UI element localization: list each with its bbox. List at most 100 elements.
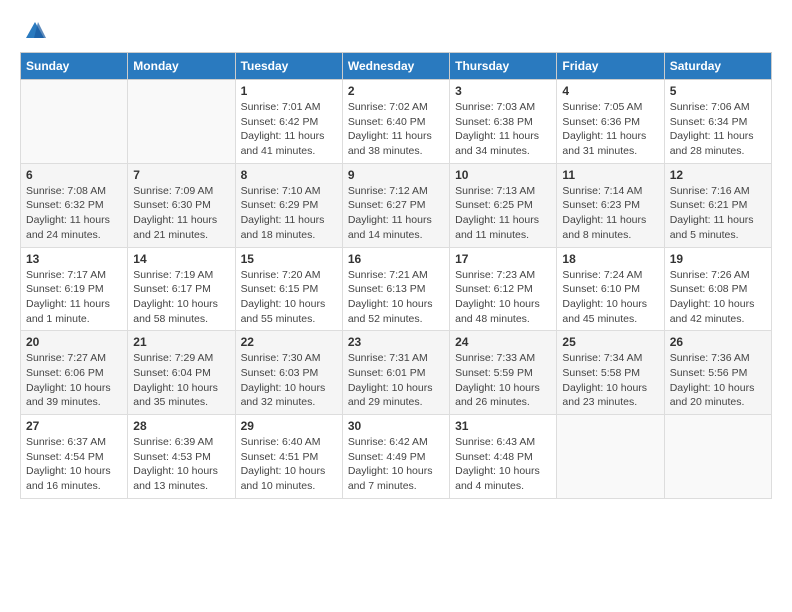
day-info: Sunrise: 7:33 AM Sunset: 5:59 PM Dayligh… bbox=[455, 351, 551, 410]
day-number: 2 bbox=[348, 84, 444, 98]
day-number: 30 bbox=[348, 419, 444, 433]
calendar-cell: 8 Sunrise: 7:10 AM Sunset: 6:29 PM Daylig… bbox=[235, 163, 342, 247]
day-info: Sunrise: 7:29 AM Sunset: 6:04 PM Dayligh… bbox=[133, 351, 229, 410]
calendar-cell: 27 Sunrise: 6:37 AM Sunset: 4:54 PM Dayli… bbox=[21, 415, 128, 499]
calendar-day-header: Tuesday bbox=[235, 53, 342, 80]
day-number: 7 bbox=[133, 168, 229, 182]
day-info: Sunrise: 6:40 AM Sunset: 4:51 PM Dayligh… bbox=[241, 435, 337, 494]
calendar-day-header: Sunday bbox=[21, 53, 128, 80]
day-info: Sunrise: 7:36 AM Sunset: 5:56 PM Dayligh… bbox=[670, 351, 766, 410]
day-info: Sunrise: 7:17 AM Sunset: 6:19 PM Dayligh… bbox=[26, 268, 122, 327]
day-info: Sunrise: 7:02 AM Sunset: 6:40 PM Dayligh… bbox=[348, 100, 444, 159]
calendar-week-row: 13 Sunrise: 7:17 AM Sunset: 6:19 PM Dayli… bbox=[21, 247, 772, 331]
calendar-cell: 22 Sunrise: 7:30 AM Sunset: 6:03 PM Dayli… bbox=[235, 331, 342, 415]
day-number: 20 bbox=[26, 335, 122, 349]
day-info: Sunrise: 7:14 AM Sunset: 6:23 PM Dayligh… bbox=[562, 184, 658, 243]
day-number: 10 bbox=[455, 168, 551, 182]
calendar-week-row: 1 Sunrise: 7:01 AM Sunset: 6:42 PM Daylig… bbox=[21, 80, 772, 164]
calendar-cell: 13 Sunrise: 7:17 AM Sunset: 6:19 PM Dayli… bbox=[21, 247, 128, 331]
day-number: 3 bbox=[455, 84, 551, 98]
logo bbox=[20, 20, 46, 42]
day-info: Sunrise: 7:10 AM Sunset: 6:29 PM Dayligh… bbox=[241, 184, 337, 243]
day-info: Sunrise: 7:21 AM Sunset: 6:13 PM Dayligh… bbox=[348, 268, 444, 327]
day-info: Sunrise: 7:08 AM Sunset: 6:32 PM Dayligh… bbox=[26, 184, 122, 243]
calendar-cell: 6 Sunrise: 7:08 AM Sunset: 6:32 PM Daylig… bbox=[21, 163, 128, 247]
day-number: 15 bbox=[241, 252, 337, 266]
calendar-cell: 23 Sunrise: 7:31 AM Sunset: 6:01 PM Dayli… bbox=[342, 331, 449, 415]
calendar-cell: 3Sunrise: 7:03 AM Sunset: 6:38 PM Daylig… bbox=[450, 80, 557, 164]
calendar-cell bbox=[21, 80, 128, 164]
calendar-day-header: Friday bbox=[557, 53, 664, 80]
day-info: Sunrise: 6:37 AM Sunset: 4:54 PM Dayligh… bbox=[26, 435, 122, 494]
day-number: 25 bbox=[562, 335, 658, 349]
calendar-cell: 7 Sunrise: 7:09 AM Sunset: 6:30 PM Daylig… bbox=[128, 163, 235, 247]
calendar-cell: 28 Sunrise: 6:39 AM Sunset: 4:53 PM Dayli… bbox=[128, 415, 235, 499]
calendar-cell: 10 Sunrise: 7:13 AM Sunset: 6:25 PM Dayli… bbox=[450, 163, 557, 247]
day-number: 5 bbox=[670, 84, 766, 98]
calendar-day-header: Monday bbox=[128, 53, 235, 80]
day-info: Sunrise: 7:24 AM Sunset: 6:10 PM Dayligh… bbox=[562, 268, 658, 327]
calendar-cell: 18 Sunrise: 7:24 AM Sunset: 6:10 PM Dayli… bbox=[557, 247, 664, 331]
day-number: 29 bbox=[241, 419, 337, 433]
calendar-week-row: 27 Sunrise: 6:37 AM Sunset: 4:54 PM Dayli… bbox=[21, 415, 772, 499]
day-info: Sunrise: 7:26 AM Sunset: 6:08 PM Dayligh… bbox=[670, 268, 766, 327]
day-number: 4 bbox=[562, 84, 658, 98]
day-number: 1 bbox=[241, 84, 337, 98]
day-info: Sunrise: 6:39 AM Sunset: 4:53 PM Dayligh… bbox=[133, 435, 229, 494]
day-number: 23 bbox=[348, 335, 444, 349]
page-header bbox=[20, 20, 772, 42]
day-number: 28 bbox=[133, 419, 229, 433]
calendar-cell: 24Sunrise: 7:33 AM Sunset: 5:59 PM Dayli… bbox=[450, 331, 557, 415]
calendar-day-header: Saturday bbox=[664, 53, 771, 80]
calendar-cell: 21Sunrise: 7:29 AM Sunset: 6:04 PM Dayli… bbox=[128, 331, 235, 415]
day-number: 19 bbox=[670, 252, 766, 266]
day-info: Sunrise: 7:01 AM Sunset: 6:42 PM Dayligh… bbox=[241, 100, 337, 159]
calendar-header-row: SundayMondayTuesdayWednesdayThursdayFrid… bbox=[21, 53, 772, 80]
calendar-cell: 31Sunrise: 6:43 AM Sunset: 4:48 PM Dayli… bbox=[450, 415, 557, 499]
day-number: 6 bbox=[26, 168, 122, 182]
calendar-cell: 19 Sunrise: 7:26 AM Sunset: 6:08 PM Dayli… bbox=[664, 247, 771, 331]
day-number: 11 bbox=[562, 168, 658, 182]
calendar-cell: 14 Sunrise: 7:19 AM Sunset: 6:17 PM Dayli… bbox=[128, 247, 235, 331]
day-info: Sunrise: 7:23 AM Sunset: 6:12 PM Dayligh… bbox=[455, 268, 551, 327]
calendar-cell: 2 Sunrise: 7:02 AM Sunset: 6:40 PM Daylig… bbox=[342, 80, 449, 164]
calendar-cell bbox=[664, 415, 771, 499]
calendar-cell: 30 Sunrise: 6:42 AM Sunset: 4:49 PM Dayli… bbox=[342, 415, 449, 499]
calendar-cell: 4 Sunrise: 7:05 AM Sunset: 6:36 PM Daylig… bbox=[557, 80, 664, 164]
calendar-cell: 5Sunrise: 7:06 AM Sunset: 6:34 PM Daylig… bbox=[664, 80, 771, 164]
calendar-table: SundayMondayTuesdayWednesdayThursdayFrid… bbox=[20, 52, 772, 499]
calendar-cell: 17 Sunrise: 7:23 AM Sunset: 6:12 PM Dayli… bbox=[450, 247, 557, 331]
day-number: 17 bbox=[455, 252, 551, 266]
day-info: Sunrise: 7:34 AM Sunset: 5:58 PM Dayligh… bbox=[562, 351, 658, 410]
calendar-day-header: Thursday bbox=[450, 53, 557, 80]
day-number: 27 bbox=[26, 419, 122, 433]
day-info: Sunrise: 7:30 AM Sunset: 6:03 PM Dayligh… bbox=[241, 351, 337, 410]
day-info: Sunrise: 7:19 AM Sunset: 6:17 PM Dayligh… bbox=[133, 268, 229, 327]
day-number: 18 bbox=[562, 252, 658, 266]
day-number: 14 bbox=[133, 252, 229, 266]
calendar-cell: 9 Sunrise: 7:12 AM Sunset: 6:27 PM Daylig… bbox=[342, 163, 449, 247]
day-info: Sunrise: 7:31 AM Sunset: 6:01 PM Dayligh… bbox=[348, 351, 444, 410]
calendar-day-header: Wednesday bbox=[342, 53, 449, 80]
day-info: Sunrise: 7:13 AM Sunset: 6:25 PM Dayligh… bbox=[455, 184, 551, 243]
calendar-cell bbox=[128, 80, 235, 164]
calendar-cell: 25 Sunrise: 7:34 AM Sunset: 5:58 PM Dayli… bbox=[557, 331, 664, 415]
day-info: Sunrise: 6:42 AM Sunset: 4:49 PM Dayligh… bbox=[348, 435, 444, 494]
calendar-week-row: 6 Sunrise: 7:08 AM Sunset: 6:32 PM Daylig… bbox=[21, 163, 772, 247]
day-info: Sunrise: 7:09 AM Sunset: 6:30 PM Dayligh… bbox=[133, 184, 229, 243]
day-number: 9 bbox=[348, 168, 444, 182]
calendar-cell: 26Sunrise: 7:36 AM Sunset: 5:56 PM Dayli… bbox=[664, 331, 771, 415]
calendar-cell: 12 Sunrise: 7:16 AM Sunset: 6:21 PM Dayli… bbox=[664, 163, 771, 247]
calendar-cell: 16 Sunrise: 7:21 AM Sunset: 6:13 PM Dayli… bbox=[342, 247, 449, 331]
calendar-cell: 1 Sunrise: 7:01 AM Sunset: 6:42 PM Daylig… bbox=[235, 80, 342, 164]
day-info: Sunrise: 7:20 AM Sunset: 6:15 PM Dayligh… bbox=[241, 268, 337, 327]
day-info: Sunrise: 7:05 AM Sunset: 6:36 PM Dayligh… bbox=[562, 100, 658, 159]
day-info: Sunrise: 7:12 AM Sunset: 6:27 PM Dayligh… bbox=[348, 184, 444, 243]
day-info: Sunrise: 7:27 AM Sunset: 6:06 PM Dayligh… bbox=[26, 351, 122, 410]
day-number: 22 bbox=[241, 335, 337, 349]
day-number: 8 bbox=[241, 168, 337, 182]
day-number: 13 bbox=[26, 252, 122, 266]
day-number: 12 bbox=[670, 168, 766, 182]
day-number: 16 bbox=[348, 252, 444, 266]
day-info: Sunrise: 7:16 AM Sunset: 6:21 PM Dayligh… bbox=[670, 184, 766, 243]
